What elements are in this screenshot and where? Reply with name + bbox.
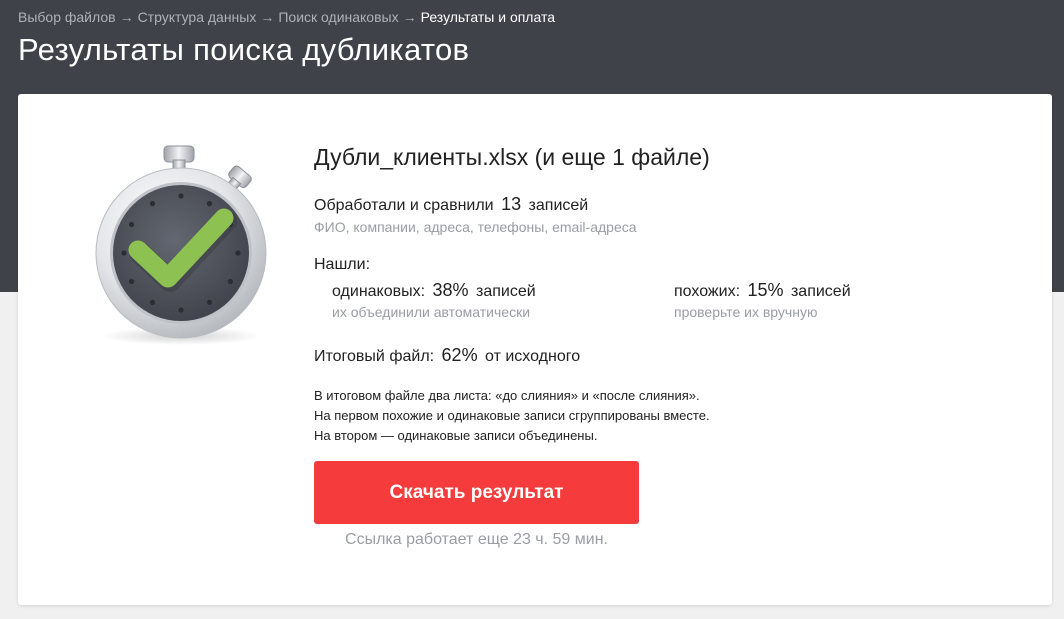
final-file-summary: Итоговый файл: 62% от исходного: [314, 345, 580, 366]
final-file-label: Итоговый файл:: [314, 348, 435, 365]
similar-percent: 15%: [747, 280, 784, 300]
breadcrumb-step-find-duplicates[interactable]: Поиск одинаковых: [278, 9, 398, 25]
processed-prefix: Обработали и сравнили: [314, 197, 494, 214]
identical-note: их объединили автоматически: [332, 304, 531, 320]
result-explanation: В итоговом файле два листа: «до слияния»…: [314, 386, 710, 446]
processed-count: 13: [501, 194, 522, 214]
similar-note: проверьте их вручную: [674, 304, 818, 320]
explanation-line: На первом похожие и одинаковые записи сг…: [314, 408, 710, 423]
breadcrumb-separator: →: [260, 9, 275, 25]
final-file-percent: 62%: [441, 345, 478, 365]
page-title: Результаты поиска дубликатов: [18, 32, 470, 67]
breadcrumb: Выбор файлов → Структура данных → Поиск один…: [18, 9, 555, 25]
similar-records-stat: похожих: 15% записей проверьте их вручну…: [674, 280, 851, 320]
processed-summary: Обработали и сравнили 13 записей: [314, 194, 588, 215]
results-card: Дубли_клиенты.xlsx (и еще 1 файле) Обраб…: [18, 94, 1052, 605]
identical-suffix: записей: [476, 283, 536, 300]
compared-fields-note: ФИО, компании, адреса, телефоны, email-а…: [314, 219, 637, 235]
file-title: Дубли_клиенты.xlsx (и еще 1 файле): [314, 144, 710, 170]
breadcrumb-separator: →: [119, 9, 134, 25]
processed-suffix: записей: [528, 197, 589, 214]
similar-suffix: записей: [790, 283, 851, 300]
link-expiry-note: Ссылка работает еще 23 ч. 59 мин.: [345, 531, 608, 548]
identical-label: одинаковых:: [332, 283, 426, 300]
breadcrumb-step-file-selection[interactable]: Выбор файлов: [18, 9, 116, 25]
similar-label: похожих:: [674, 283, 741, 300]
final-file-suffix: от исходного: [485, 348, 581, 365]
identical-percent: 38%: [432, 280, 469, 300]
found-label: Нашли:: [314, 256, 371, 273]
breadcrumb-step-results: Результаты и оплата: [420, 9, 555, 25]
download-result-button[interactable]: Скачать результат: [314, 461, 639, 524]
stopwatch-check-icon: [95, 145, 267, 345]
breadcrumb-step-data-structure[interactable]: Структура данных: [138, 9, 257, 25]
identical-records-stat: одинаковых: 38% записей их объединили ав…: [332, 280, 536, 320]
explanation-line: В итоговом файле два листа: «до слияния»…: [314, 388, 700, 403]
explanation-line: На втором — одинаковые записи объединены…: [314, 428, 598, 443]
breadcrumb-separator: →: [402, 9, 417, 25]
